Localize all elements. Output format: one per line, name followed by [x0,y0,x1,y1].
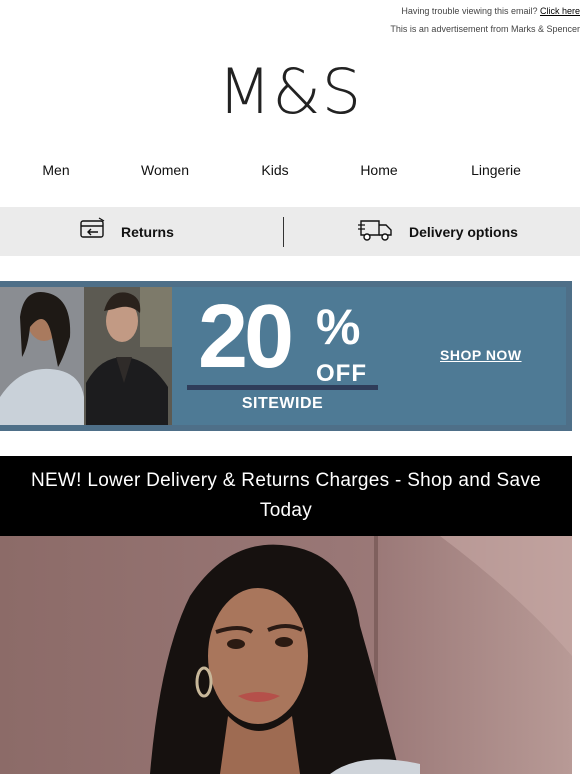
returns-link[interactable]: Returns [79,207,174,256]
service-bar: Returns Delivery options [0,207,580,256]
preheader-advert: This is an advertisement from Marks & Sp… [390,24,580,34]
discount-number: 20 [198,287,294,387]
returns-card-icon [79,217,107,246]
view-in-browser-link[interactable]: Click here [540,6,580,16]
promo-panel: 20 % OFF SITEWIDE SHOP NOW [0,287,566,425]
nav-item-home[interactable]: Home [360,162,397,178]
promo-banner[interactable]: 20 % OFF SITEWIDE SHOP NOW [0,281,572,431]
sitewide-label: SITEWIDE [241,395,324,412]
delivery-label: Delivery options [409,223,518,240]
promo-divider [187,385,378,390]
nav-item-men[interactable]: Men [42,162,69,178]
service-divider [283,217,284,247]
nav-item-lingerie[interactable]: Lingerie [471,162,521,178]
main-nav: Men Women Kids Home Lingerie [0,162,580,186]
delivery-announcement-banner[interactable]: NEW! Lower Delivery & Returns Charges - … [0,456,572,536]
delivery-options-link[interactable]: Delivery options [357,207,518,256]
shop-now-link[interactable]: SHOP NOW [440,347,522,363]
returns-label: Returns [121,223,174,240]
hero-model-photo[interactable] [0,536,572,774]
promo-models-photo [0,287,172,425]
delivery-truck-icon [357,215,395,248]
preheader-trouble-text: Having trouble viewing this email? [401,6,540,16]
discount-percent: % [316,299,361,355]
nav-item-kids[interactable]: Kids [261,162,288,178]
discount-off: OFF [316,360,367,387]
nav-item-women[interactable]: Women [141,162,189,178]
preheader-trouble: Having trouble viewing this email? Click… [0,6,580,16]
ms-logo[interactable]: M&S [0,52,580,132]
